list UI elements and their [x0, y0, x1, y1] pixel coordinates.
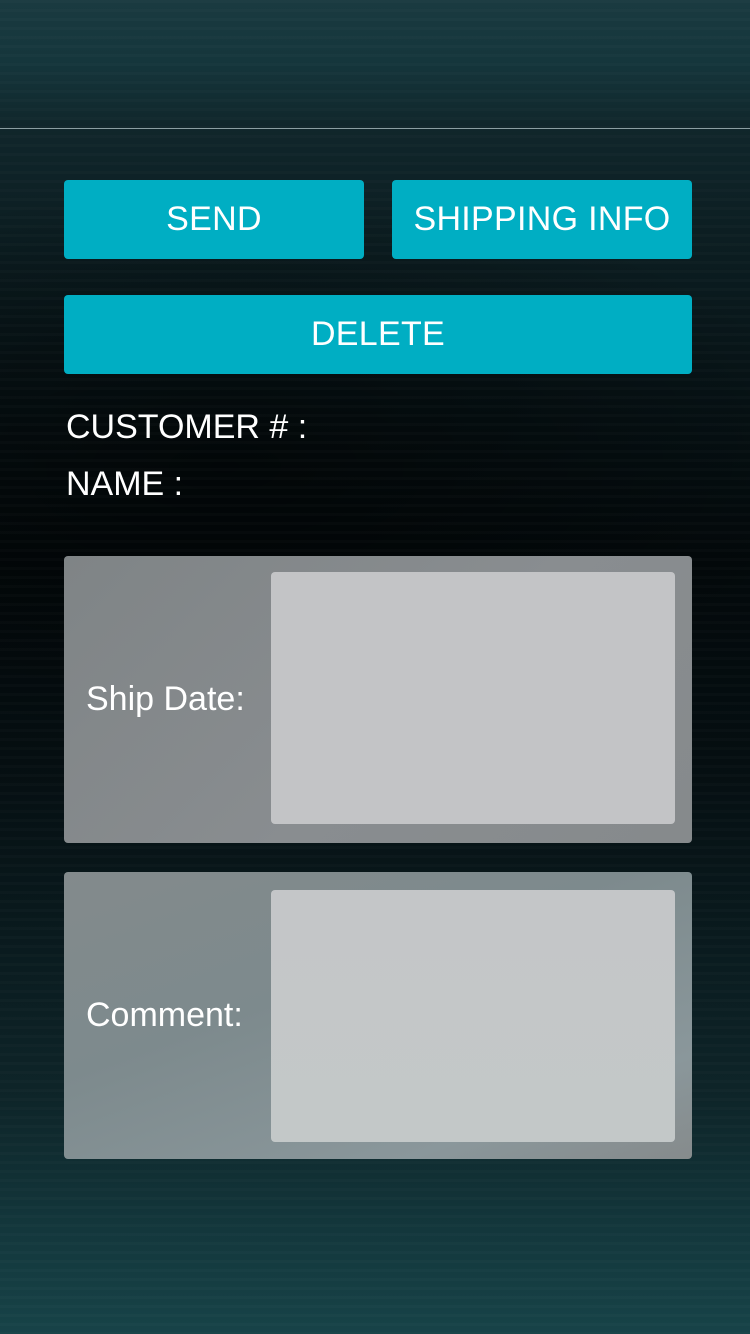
delete-button[interactable]: DELETE: [64, 295, 692, 374]
send-button[interactable]: SEND: [64, 180, 364, 259]
customer-name-label: NAME :: [66, 465, 184, 503]
comment-field[interactable]: [271, 890, 675, 1142]
comment-panel: Comment:: [64, 872, 692, 1159]
header-divider: [0, 128, 750, 129]
customer-number-label: CUSTOMER # :: [66, 408, 308, 446]
ship-date-label: Ship Date:: [86, 680, 245, 718]
comment-label: Comment:: [86, 996, 243, 1034]
ship-date-field[interactable]: [271, 572, 675, 824]
ship-date-panel: Ship Date:: [64, 556, 692, 843]
shipping-info-button[interactable]: SHIPPING INFO: [392, 180, 692, 259]
